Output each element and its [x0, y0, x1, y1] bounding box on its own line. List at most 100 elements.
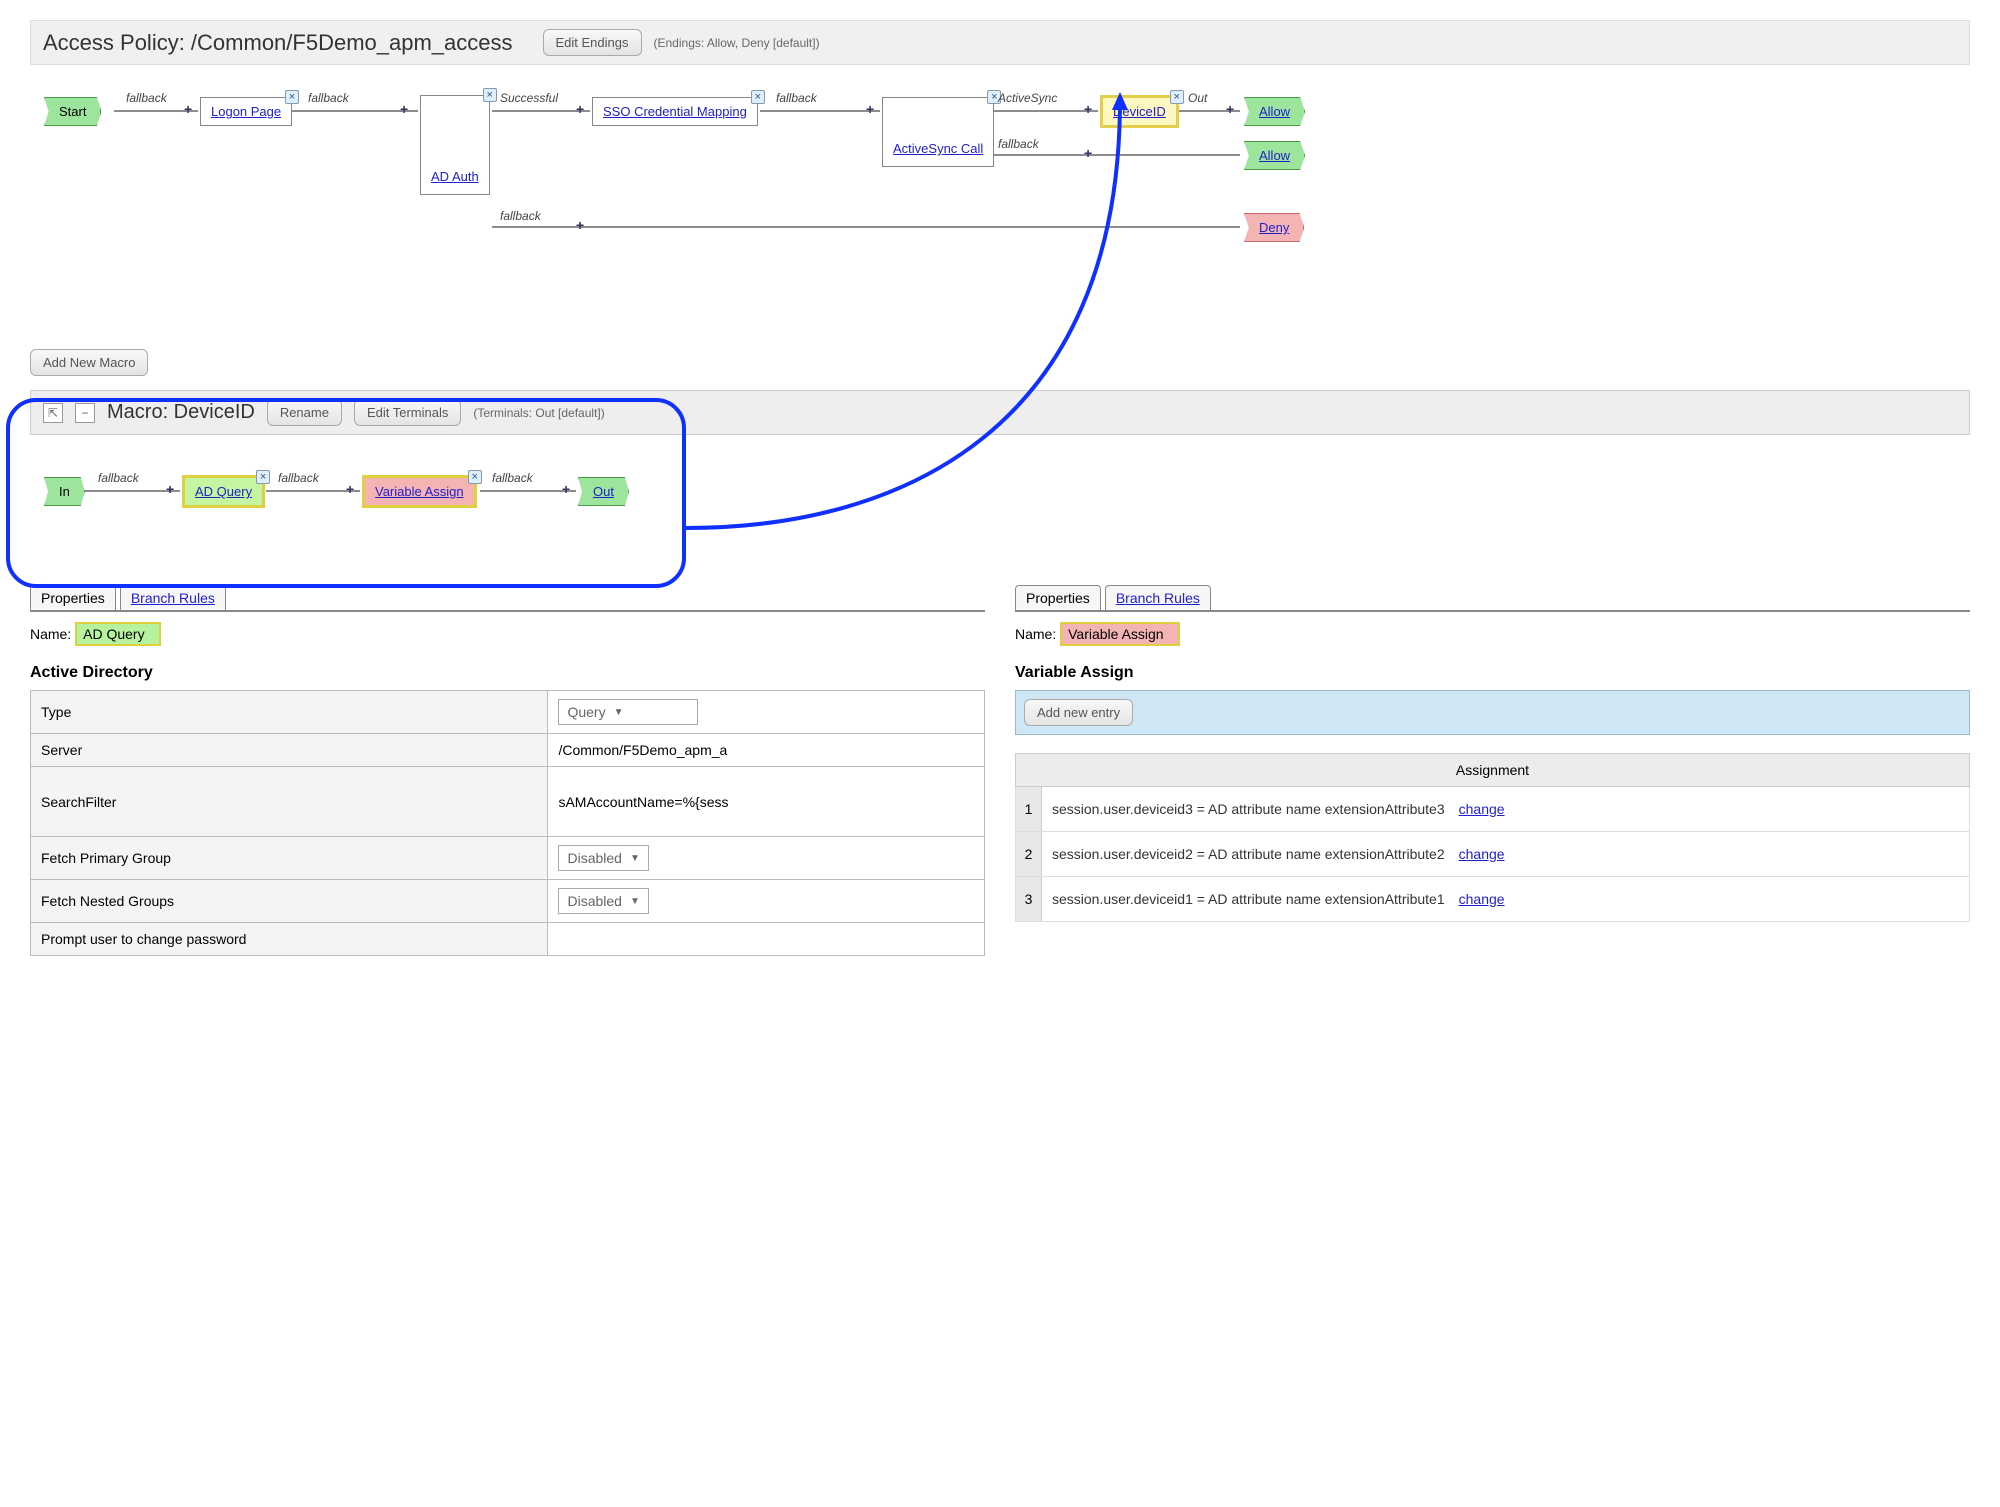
edge-activesync: ActiveSync [998, 91, 1057, 105]
ad-properties-table: Type Query▼ Server /Common/F5Demo_apm_a … [30, 690, 985, 956]
tree-icon[interactable]: ⇱ [43, 403, 63, 423]
node-deviceid[interactable]: DeviceID × [1100, 95, 1179, 128]
plus-icon[interactable]: + [184, 101, 192, 117]
fng-select[interactable]: Disabled▼ [558, 888, 648, 914]
edge-out: Out [1188, 91, 1207, 105]
edge-fallback: fallback [98, 471, 139, 485]
node-ad-auth[interactable]: AD Auth × [420, 95, 490, 195]
tab-properties[interactable]: Properties [30, 585, 116, 610]
close-icon[interactable]: × [285, 90, 299, 104]
node-out[interactable]: Out [578, 477, 629, 506]
node-ad-query[interactable]: AD Query × [182, 475, 265, 508]
add-macro-button[interactable]: Add New Macro [30, 349, 148, 376]
assignment-row: 2 session.user.deviceid2 = AD attribute … [1015, 832, 1970, 877]
assignment-row: 3 session.user.deviceid1 = AD attribute … [1015, 877, 1970, 922]
plus-icon[interactable]: + [562, 481, 570, 497]
detail-panels: Properties Branch Rules Name: AD Query A… [30, 585, 1970, 956]
add-entry-button[interactable]: Add new entry [1024, 699, 1133, 726]
row-fng-label: Fetch Nested Groups [31, 880, 548, 923]
tabs-right: Properties Branch Rules [1015, 585, 1970, 612]
varassign-panel: Properties Branch Rules Name: Variable A… [1015, 585, 1970, 956]
adquery-panel: Properties Branch Rules Name: AD Query A… [30, 585, 985, 956]
node-deny[interactable]: Deny [1244, 213, 1304, 242]
edit-terminals-button[interactable]: Edit Terminals [354, 399, 461, 426]
plus-icon[interactable]: + [166, 481, 174, 497]
fpg-select[interactable]: Disabled▼ [558, 845, 648, 871]
macro-title: Macro: DeviceID [107, 401, 255, 424]
node-variable-assign-label: Variable Assign [375, 484, 464, 499]
close-icon[interactable]: × [483, 88, 497, 102]
change-link[interactable]: change [1459, 801, 1505, 817]
edge-successful: Successful [500, 91, 558, 105]
assignment-row: 1 session.user.deviceid3 = AD attribute … [1015, 787, 1970, 832]
server-value[interactable]: /Common/F5Demo_apm_a [548, 734, 985, 767]
row-filter-label: SearchFilter [31, 767, 548, 837]
policy-header: Access Policy: /Common/F5Demo_apm_access… [30, 20, 1970, 65]
node-activesync[interactable]: ActiveSync Call × [882, 97, 994, 167]
node-in-label: In [59, 484, 70, 499]
node-sso-credential[interactable]: SSO Credential Mapping × [592, 97, 758, 126]
change-link[interactable]: change [1459, 891, 1505, 907]
row-number: 3 [1016, 877, 1042, 921]
collapse-icon[interactable]: − [75, 403, 95, 423]
name-field-right: Name: Variable Assign [1015, 622, 1970, 646]
node-variable-assign[interactable]: Variable Assign × [362, 475, 477, 508]
row-type-label: Type [31, 691, 548, 734]
row-number: 2 [1016, 832, 1042, 876]
plus-icon[interactable]: + [346, 481, 354, 497]
node-logon-page-label: Logon Page [211, 104, 281, 119]
row-number: 1 [1016, 787, 1042, 831]
close-icon[interactable]: × [751, 90, 765, 104]
plus-icon[interactable]: + [1226, 101, 1234, 117]
assignment-header: Assignment [1015, 753, 1970, 787]
close-icon[interactable]: × [256, 470, 270, 484]
rename-button[interactable]: Rename [267, 399, 342, 426]
plus-icon[interactable]: + [866, 101, 874, 117]
edge-fallback: fallback [998, 137, 1039, 151]
name-label: Name: [1015, 626, 1056, 642]
tabs-left: Properties Branch Rules [30, 585, 985, 612]
node-logon-page[interactable]: Logon Page × [200, 97, 292, 126]
plus-icon[interactable]: + [576, 101, 584, 117]
row-prompt-label: Prompt user to change password [31, 923, 548, 956]
node-allow-1-label: Allow [1259, 104, 1290, 119]
name-value-adquery[interactable]: AD Query [75, 622, 160, 646]
prompt-value[interactable] [548, 923, 985, 956]
fpg-select-value: Disabled [567, 850, 621, 866]
plus-icon[interactable]: + [576, 217, 584, 233]
type-select[interactable]: Query▼ [558, 699, 698, 725]
plus-icon[interactable]: + [1084, 101, 1092, 117]
close-icon[interactable]: × [468, 470, 482, 484]
policy-title: Access Policy: /Common/F5Demo_apm_access [43, 30, 513, 56]
policy-flow: Start fallback + Logon Page × fallback +… [30, 77, 1970, 337]
assignment-text: session.user.deviceid3 = AD attribute na… [1052, 801, 1445, 817]
filter-value[interactable]: sAMAccountName=%{sess [548, 767, 985, 837]
node-deviceid-label: DeviceID [1113, 104, 1166, 119]
edge-fallback: fallback [308, 91, 349, 105]
node-allow-1[interactable]: Allow [1244, 97, 1305, 126]
node-start[interactable]: Start [44, 97, 101, 126]
plus-icon[interactable]: + [400, 101, 408, 117]
macro-header: ⇱ − Macro: DeviceID Rename Edit Terminal… [30, 390, 1970, 435]
tab-branch-rules-label: Branch Rules [131, 590, 215, 606]
section-ad: Active Directory [30, 664, 985, 682]
edit-endings-button[interactable]: Edit Endings [543, 29, 642, 56]
node-out-label: Out [593, 484, 614, 499]
tab-branch-rules[interactable]: Branch Rules [120, 585, 226, 610]
assignment-text: session.user.deviceid2 = AD attribute na… [1052, 846, 1445, 862]
node-in[interactable]: In [44, 477, 85, 506]
fng-select-value: Disabled [567, 893, 621, 909]
close-icon[interactable]: × [1170, 90, 1184, 104]
node-ad-query-label: AD Query [195, 484, 252, 499]
tab-properties[interactable]: Properties [1015, 585, 1101, 610]
tab-branch-rules[interactable]: Branch Rules [1105, 585, 1211, 610]
node-activesync-label: ActiveSync Call [893, 141, 983, 156]
row-fpg-label: Fetch Primary Group [31, 837, 548, 880]
node-allow-2[interactable]: Allow [1244, 141, 1305, 170]
edge-fallback: fallback [492, 471, 533, 485]
edge-fallback: fallback [126, 91, 167, 105]
plus-icon[interactable]: + [1084, 145, 1092, 161]
change-link[interactable]: change [1459, 846, 1505, 862]
node-deny-label: Deny [1259, 220, 1289, 235]
name-value-varassign[interactable]: Variable Assign [1060, 622, 1179, 646]
